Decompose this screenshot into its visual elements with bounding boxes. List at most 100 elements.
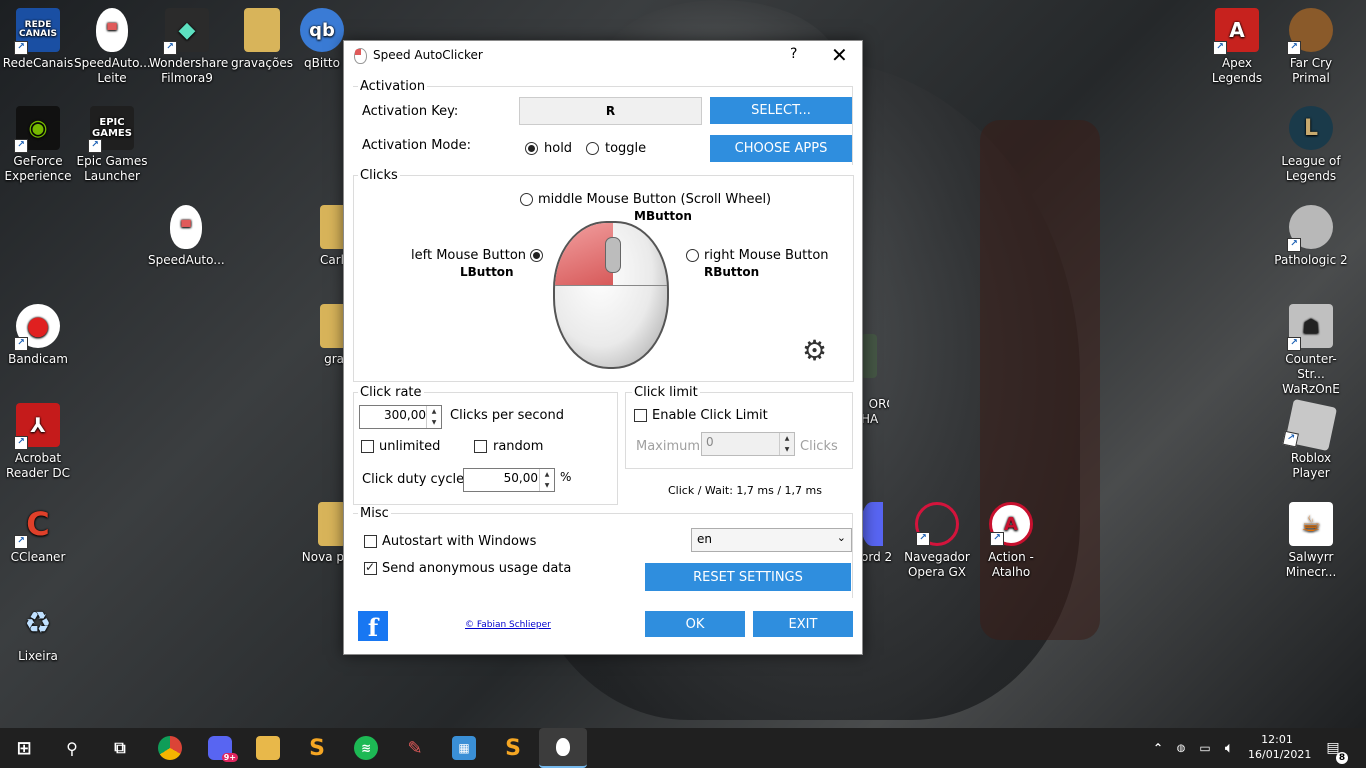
enable-click-limit-label: Enable Click Limit xyxy=(652,408,768,423)
desktop-icon-geforce[interactable]: ◉ ↗ GeForce Experience xyxy=(0,106,76,184)
copyright-link[interactable]: © Fabian Schlieper xyxy=(465,620,551,630)
gear-icon[interactable]: ⚙ xyxy=(802,334,827,367)
desktop-icon-bandicam[interactable]: ● ↗ Bandicam xyxy=(0,304,76,367)
select-key-button[interactable]: SELECT... xyxy=(710,97,852,124)
desktop-icon-pathologic[interactable]: ↗ Pathologic 2 xyxy=(1273,205,1349,268)
discord-taskbar-icon[interactable]: 9+ xyxy=(208,736,238,762)
sublime-icon-2[interactable]: S xyxy=(501,736,525,761)
mode-toggle-label: toggle xyxy=(605,141,647,156)
far-cry-icon: ↗ xyxy=(1287,8,1333,55)
unlimited-label: unlimited xyxy=(379,439,441,454)
clicks-per-second-label: Clicks per second xyxy=(450,408,564,423)
desktop-icon-acrobat[interactable]: ⅄ ↗ Acrobat Reader DC xyxy=(0,403,76,481)
file-explorer-icon[interactable] xyxy=(256,736,280,760)
desktop-icon-folder-nova[interactable]: Nova p xyxy=(300,502,344,565)
autostart-checkbox[interactable] xyxy=(364,535,377,548)
notification-center-icon[interactable]: ▤ 8 xyxy=(1322,736,1348,764)
right-button-code: RButton xyxy=(704,265,760,279)
right-button-label: right Mouse Button xyxy=(704,248,829,263)
desktop-icon-filmora[interactable]: ◆ ↗ Wondershare Filmora9 xyxy=(149,8,228,86)
autoclicker-tray-icon[interactable]: ◍ xyxy=(1174,736,1188,760)
desktop-icon-folder-gra[interactable]: gra xyxy=(308,304,344,367)
right-button-radio[interactable] xyxy=(686,249,699,262)
desktop-icon-apex[interactable]: A ↗ Apex Legends xyxy=(1199,8,1275,86)
desktop-icon-epic-games[interactable]: EPIC GAMES ↗ Epic Games Launcher xyxy=(74,106,150,184)
sublime-icon[interactable]: S xyxy=(305,736,329,761)
enable-click-limit-checkbox[interactable] xyxy=(634,409,647,422)
notification-count: 8 xyxy=(1336,752,1348,764)
desktop-icon-partial-oro[interactable]: ORO HA xyxy=(861,304,889,427)
desktop-icon-far-cry[interactable]: ↗ Far Cry Primal xyxy=(1273,8,1349,86)
folder-icon xyxy=(318,502,344,546)
control-panel-icon[interactable]: ▦ xyxy=(452,736,476,760)
reset-settings-button[interactable]: RESET SETTINGS xyxy=(645,563,851,591)
language-value: en xyxy=(697,532,712,546)
maximum-label: Maximum xyxy=(636,439,701,454)
clock-time: 12:01 xyxy=(1261,733,1293,746)
left-button-radio[interactable] xyxy=(530,249,543,262)
network-icon[interactable]: ▭ xyxy=(1196,736,1214,760)
spin-up-icon: ▲ xyxy=(544,471,550,478)
clicks-group-label: Clicks xyxy=(358,168,400,183)
random-checkbox[interactable] xyxy=(474,440,487,453)
volume-icon[interactable]: 🔈︎ xyxy=(1220,736,1238,760)
task-view-icon[interactable]: ⧉ xyxy=(108,736,132,760)
mouse-app-icon: ▀ xyxy=(96,8,128,52)
unlimited-checkbox[interactable] xyxy=(361,440,374,453)
clicks-per-second-spinner[interactable]: ▲▼ xyxy=(359,405,442,429)
speed-autoclicker-dialog: Speed AutoClicker ? ✕ Activation Activat… xyxy=(343,40,863,655)
search-icon[interactable]: ⚲ xyxy=(60,736,84,760)
mouse-app-icon xyxy=(556,738,570,756)
paint-icon[interactable]: ✎ xyxy=(403,736,427,760)
desktop-icon-gravacoes[interactable]: gravações xyxy=(224,8,300,71)
mode-hold-radio[interactable] xyxy=(525,142,538,155)
clicks-per-second-input[interactable] xyxy=(362,407,428,423)
opera-gx-icon: ↗ xyxy=(915,502,959,546)
desktop-icon-opera-gx[interactable]: ↗ Navegador Opera GX xyxy=(899,502,975,580)
spotify-icon[interactable]: ≋ xyxy=(354,736,378,760)
choose-apps-button[interactable]: CHOOSE APPS xyxy=(710,135,852,162)
windows-start-icon[interactable]: ⊞ xyxy=(12,736,36,760)
facebook-icon[interactable]: f xyxy=(358,611,388,642)
chevron-up-icon[interactable]: ⌃ xyxy=(1150,736,1166,760)
mode-toggle-radio[interactable] xyxy=(586,142,599,155)
anonymous-data-checkbox[interactable] xyxy=(364,560,377,575)
activation-key-field[interactable]: R xyxy=(519,97,702,125)
exit-button[interactable]: EXIT xyxy=(753,611,853,637)
app-icon xyxy=(354,48,367,64)
desktop-icon-folder-carl[interactable]: Carl xyxy=(308,205,344,268)
desktop-icon-qbittorrent[interactable]: qb qBitto xyxy=(298,8,346,71)
language-select[interactable]: en ⌄ xyxy=(691,528,852,552)
desktop-icon-counter-strike[interactable]: ☗ ↗ Counter-Str... WaRzOnE xyxy=(1273,304,1349,397)
maximum-clicks-input[interactable] xyxy=(704,434,778,450)
ok-button[interactable]: OK xyxy=(645,611,745,637)
close-button[interactable]: ✕ xyxy=(831,43,848,67)
desktop-icon-roblox[interactable]: ↗ Roblox Player xyxy=(1273,398,1349,481)
apex-icon: A ↗ xyxy=(1213,8,1259,55)
desktop-icon-action[interactable]: A ↗ Action - Atalho xyxy=(973,502,1049,580)
desktop-icon-minecraft[interactable]: ☕ Salwyrr Minecr... xyxy=(1273,502,1349,580)
maximum-clicks-spinner[interactable]: ▲▼ xyxy=(701,432,795,456)
filmora-icon: ◆ ↗ xyxy=(163,8,209,55)
chevron-down-icon: ⌄ xyxy=(836,531,846,544)
spin-down-icon: ▼ xyxy=(431,419,437,426)
random-label: random xyxy=(493,439,544,454)
activation-group-label: Activation xyxy=(358,79,428,94)
help-button[interactable]: ? xyxy=(790,46,797,62)
desktop-icon-discord[interactable]: ord 2 xyxy=(861,502,897,565)
chrome-icon[interactable] xyxy=(158,736,182,760)
speed-autoclicker-taskbar-button[interactable] xyxy=(539,728,587,768)
system-clock[interactable]: 12:01 16/01/2021 xyxy=(1248,732,1311,762)
title-bar[interactable]: Speed AutoClicker ? ✕ xyxy=(344,41,862,70)
desktop-icon-recycle-bin[interactable]: ♻ Lixeira xyxy=(0,601,76,664)
recycle-bin-icon: ♻ xyxy=(24,605,52,641)
desktop-icon-redecanais[interactable]: REDE CANAIS ↗ RedeCanais xyxy=(0,8,76,71)
redecanais-icon: REDE CANAIS ↗ xyxy=(14,8,60,55)
duty-cycle-input[interactable] xyxy=(466,470,540,486)
middle-button-radio[interactable] xyxy=(520,193,533,206)
desktop-icon-league[interactable]: L League of Legends xyxy=(1273,106,1349,184)
duty-cycle-spinner[interactable]: ▲▼ xyxy=(463,468,555,492)
desktop-icon-speedautoclicker-leite[interactable]: ▀ SpeedAuto... Leite xyxy=(74,8,151,86)
desktop-icon-speedautoclicker[interactable]: ▀ SpeedAuto... xyxy=(148,205,225,268)
desktop-icon-ccleaner[interactable]: C ↗ CCleaner xyxy=(0,502,76,565)
